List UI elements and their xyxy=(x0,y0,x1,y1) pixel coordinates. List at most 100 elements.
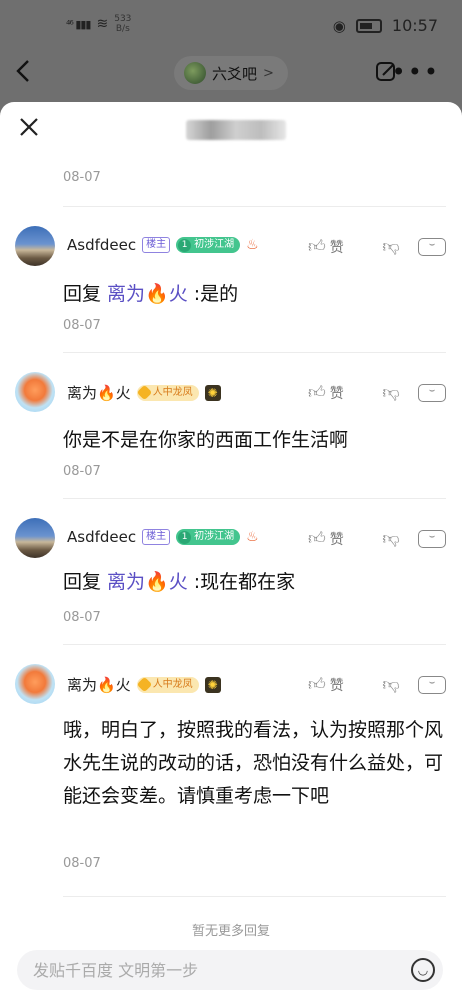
avatar[interactable] xyxy=(15,226,55,266)
username-row: 离为🔥火 人中龙凤 ✺ xyxy=(67,674,221,695)
like-button[interactable]: 👍︎ 赞 xyxy=(308,528,368,549)
thumbs-down-icon: 👎︎ xyxy=(382,237,400,257)
clock: 10:57 xyxy=(391,16,438,35)
reply-date: 08-07 xyxy=(63,464,101,479)
flame-badge-icon: ♨ xyxy=(246,237,259,253)
reply-input[interactable] xyxy=(17,950,397,990)
dislike-button[interactable]: 👎︎ xyxy=(368,382,414,403)
divider xyxy=(63,644,446,645)
comment-icon: ⌣ xyxy=(428,384,436,396)
level-diamond-icon xyxy=(136,384,152,401)
no-more-replies: 暂无更多回复 xyxy=(191,924,270,939)
username[interactable]: 离为🔥火 xyxy=(67,382,131,403)
like-label: 赞 xyxy=(329,531,344,548)
thumbs-down-icon: 👎︎ xyxy=(382,529,400,549)
wifi-icon: ≋ xyxy=(96,16,109,32)
like-button[interactable]: 👍︎ 赞 xyxy=(308,236,368,257)
sheet-header xyxy=(0,102,462,158)
mention-link[interactable]: 离为🔥火 xyxy=(107,571,188,593)
close-icon xyxy=(20,118,38,136)
smiley-icon: ◡ xyxy=(417,963,429,977)
username-row: Asdfdeec 楼主 1 初涉江湖 ♨ xyxy=(67,236,259,254)
reply-composer: ◡ xyxy=(17,950,443,990)
network-speed-value: 533 xyxy=(114,14,132,24)
reply-content: 回复 离为🔥火 :现在都在家 xyxy=(63,566,446,599)
reply-button[interactable]: ⌣ xyxy=(418,675,446,694)
host-badge: 楼主 xyxy=(142,237,171,253)
forum-pill[interactable]: 六爻吧 > xyxy=(174,56,288,90)
thumbs-up-icon: 👍︎ xyxy=(308,383,326,403)
emoji-button[interactable]: ◡ xyxy=(411,958,435,982)
reply-actions: 👍︎ 赞 👎︎ ⌣ xyxy=(308,528,446,549)
reply-prefix: 回复 xyxy=(63,283,108,305)
top-nav: 六爻吧 > ••• xyxy=(0,52,462,96)
reply-text: :是的 xyxy=(187,283,239,305)
thumbs-down-icon: 👎︎ xyxy=(382,383,400,403)
reply-button[interactable]: ⌣ xyxy=(418,237,446,256)
thumbs-up-icon: 👍︎ xyxy=(308,675,326,695)
level-title: 初涉江湖 xyxy=(194,531,235,542)
avatar[interactable] xyxy=(15,372,55,412)
level-number: 1 xyxy=(178,238,192,252)
network-speed-unit: B/s xyxy=(115,24,130,34)
mention-link[interactable]: 离为🔥火 xyxy=(107,283,188,305)
status-right: ◉ 10:57 xyxy=(333,16,438,35)
thumbs-down-icon: 👎︎ xyxy=(382,675,400,695)
avatar[interactable] xyxy=(15,664,55,704)
reply-content: 回复 离为🔥火 :是的 xyxy=(63,278,446,311)
chevron-right-icon: > xyxy=(263,65,274,81)
status-bar: ⁴⁶ ▮▮▮ ≋ 533 B/s ◉ 10:57 xyxy=(0,0,462,52)
close-button[interactable] xyxy=(18,116,40,143)
more-button[interactable]: ••• xyxy=(392,58,440,86)
signal-icon: ⁴⁶ ▮▮▮ xyxy=(66,17,92,31)
divider xyxy=(63,352,446,353)
level-title: 人中龙凤 xyxy=(152,678,193,690)
like-button[interactable]: 👍︎ 赞 xyxy=(308,382,368,403)
back-button[interactable] xyxy=(14,58,32,91)
blurred-title xyxy=(186,120,286,140)
level-badge: 人中龙凤 xyxy=(136,676,199,693)
username[interactable]: Asdfdeec xyxy=(67,236,136,254)
reply-prefix: 回复 xyxy=(63,571,108,593)
forum-name: 六爻吧 xyxy=(212,64,258,83)
username[interactable]: 离为🔥火 xyxy=(67,674,131,695)
reply-actions: 👍︎ 赞 👎︎ ⌣ xyxy=(308,236,446,257)
reply-button[interactable]: ⌣ xyxy=(418,529,446,548)
comment-icon: ⌣ xyxy=(428,676,436,688)
dislike-button[interactable]: 👎︎ xyxy=(368,674,414,695)
reply-actions: 👍︎ 赞 👎︎ ⌣ xyxy=(308,382,446,403)
like-label: 赞 xyxy=(329,677,344,694)
username-row: Asdfdeec 楼主 1 初涉江湖 ♨ xyxy=(67,528,259,546)
divider xyxy=(63,498,446,499)
avatar[interactable] xyxy=(15,518,55,558)
dislike-button[interactable]: 👎︎ xyxy=(368,236,414,257)
reply-content: 哦，明白了，按照我的看法，认为按照那个风水先生说的改动的话，恐怕没有什么益处，可… xyxy=(63,714,446,813)
comment-icon: ⌣ xyxy=(428,238,436,250)
divider xyxy=(63,896,446,897)
like-label: 赞 xyxy=(329,385,344,402)
sun-badge-icon: ✺ xyxy=(204,676,221,693)
forum-avatar xyxy=(184,62,206,84)
host-badge: 楼主 xyxy=(142,529,171,545)
level-badge: 人中龙凤 xyxy=(136,384,199,401)
level-badge: 1 初涉江湖 xyxy=(176,529,241,545)
reply-date: 08-07 xyxy=(63,318,101,333)
divider xyxy=(63,206,446,207)
username[interactable]: Asdfdeec xyxy=(67,528,136,546)
network-speed: 533 B/s xyxy=(114,14,131,34)
thumbs-up-icon: 👍︎ xyxy=(308,237,326,257)
reply-button[interactable]: ⌣ xyxy=(418,383,446,402)
eye-icon: ◉ xyxy=(332,16,346,35)
level-title: 人中龙凤 xyxy=(152,386,193,398)
like-button[interactable]: 👍︎ 赞 xyxy=(308,674,368,695)
reply-text: 哦，明白了，按照我的看法，认为按照那个风水先生说的改动的话，恐怕没有什么益处，可… xyxy=(63,719,444,807)
level-diamond-icon xyxy=(136,676,152,693)
status-left: ⁴⁶ ▮▮▮ ≋ 533 B/s xyxy=(66,14,131,34)
reply-date: 08-07 xyxy=(63,856,101,871)
level-number: 1 xyxy=(178,530,192,544)
battery-icon xyxy=(355,18,382,33)
thumbs-up-icon: 👍︎ xyxy=(308,529,326,549)
reply-date: 08-07 xyxy=(63,170,101,185)
sun-badge-icon: ✺ xyxy=(204,384,221,401)
dislike-button[interactable]: 👎︎ xyxy=(368,528,414,549)
